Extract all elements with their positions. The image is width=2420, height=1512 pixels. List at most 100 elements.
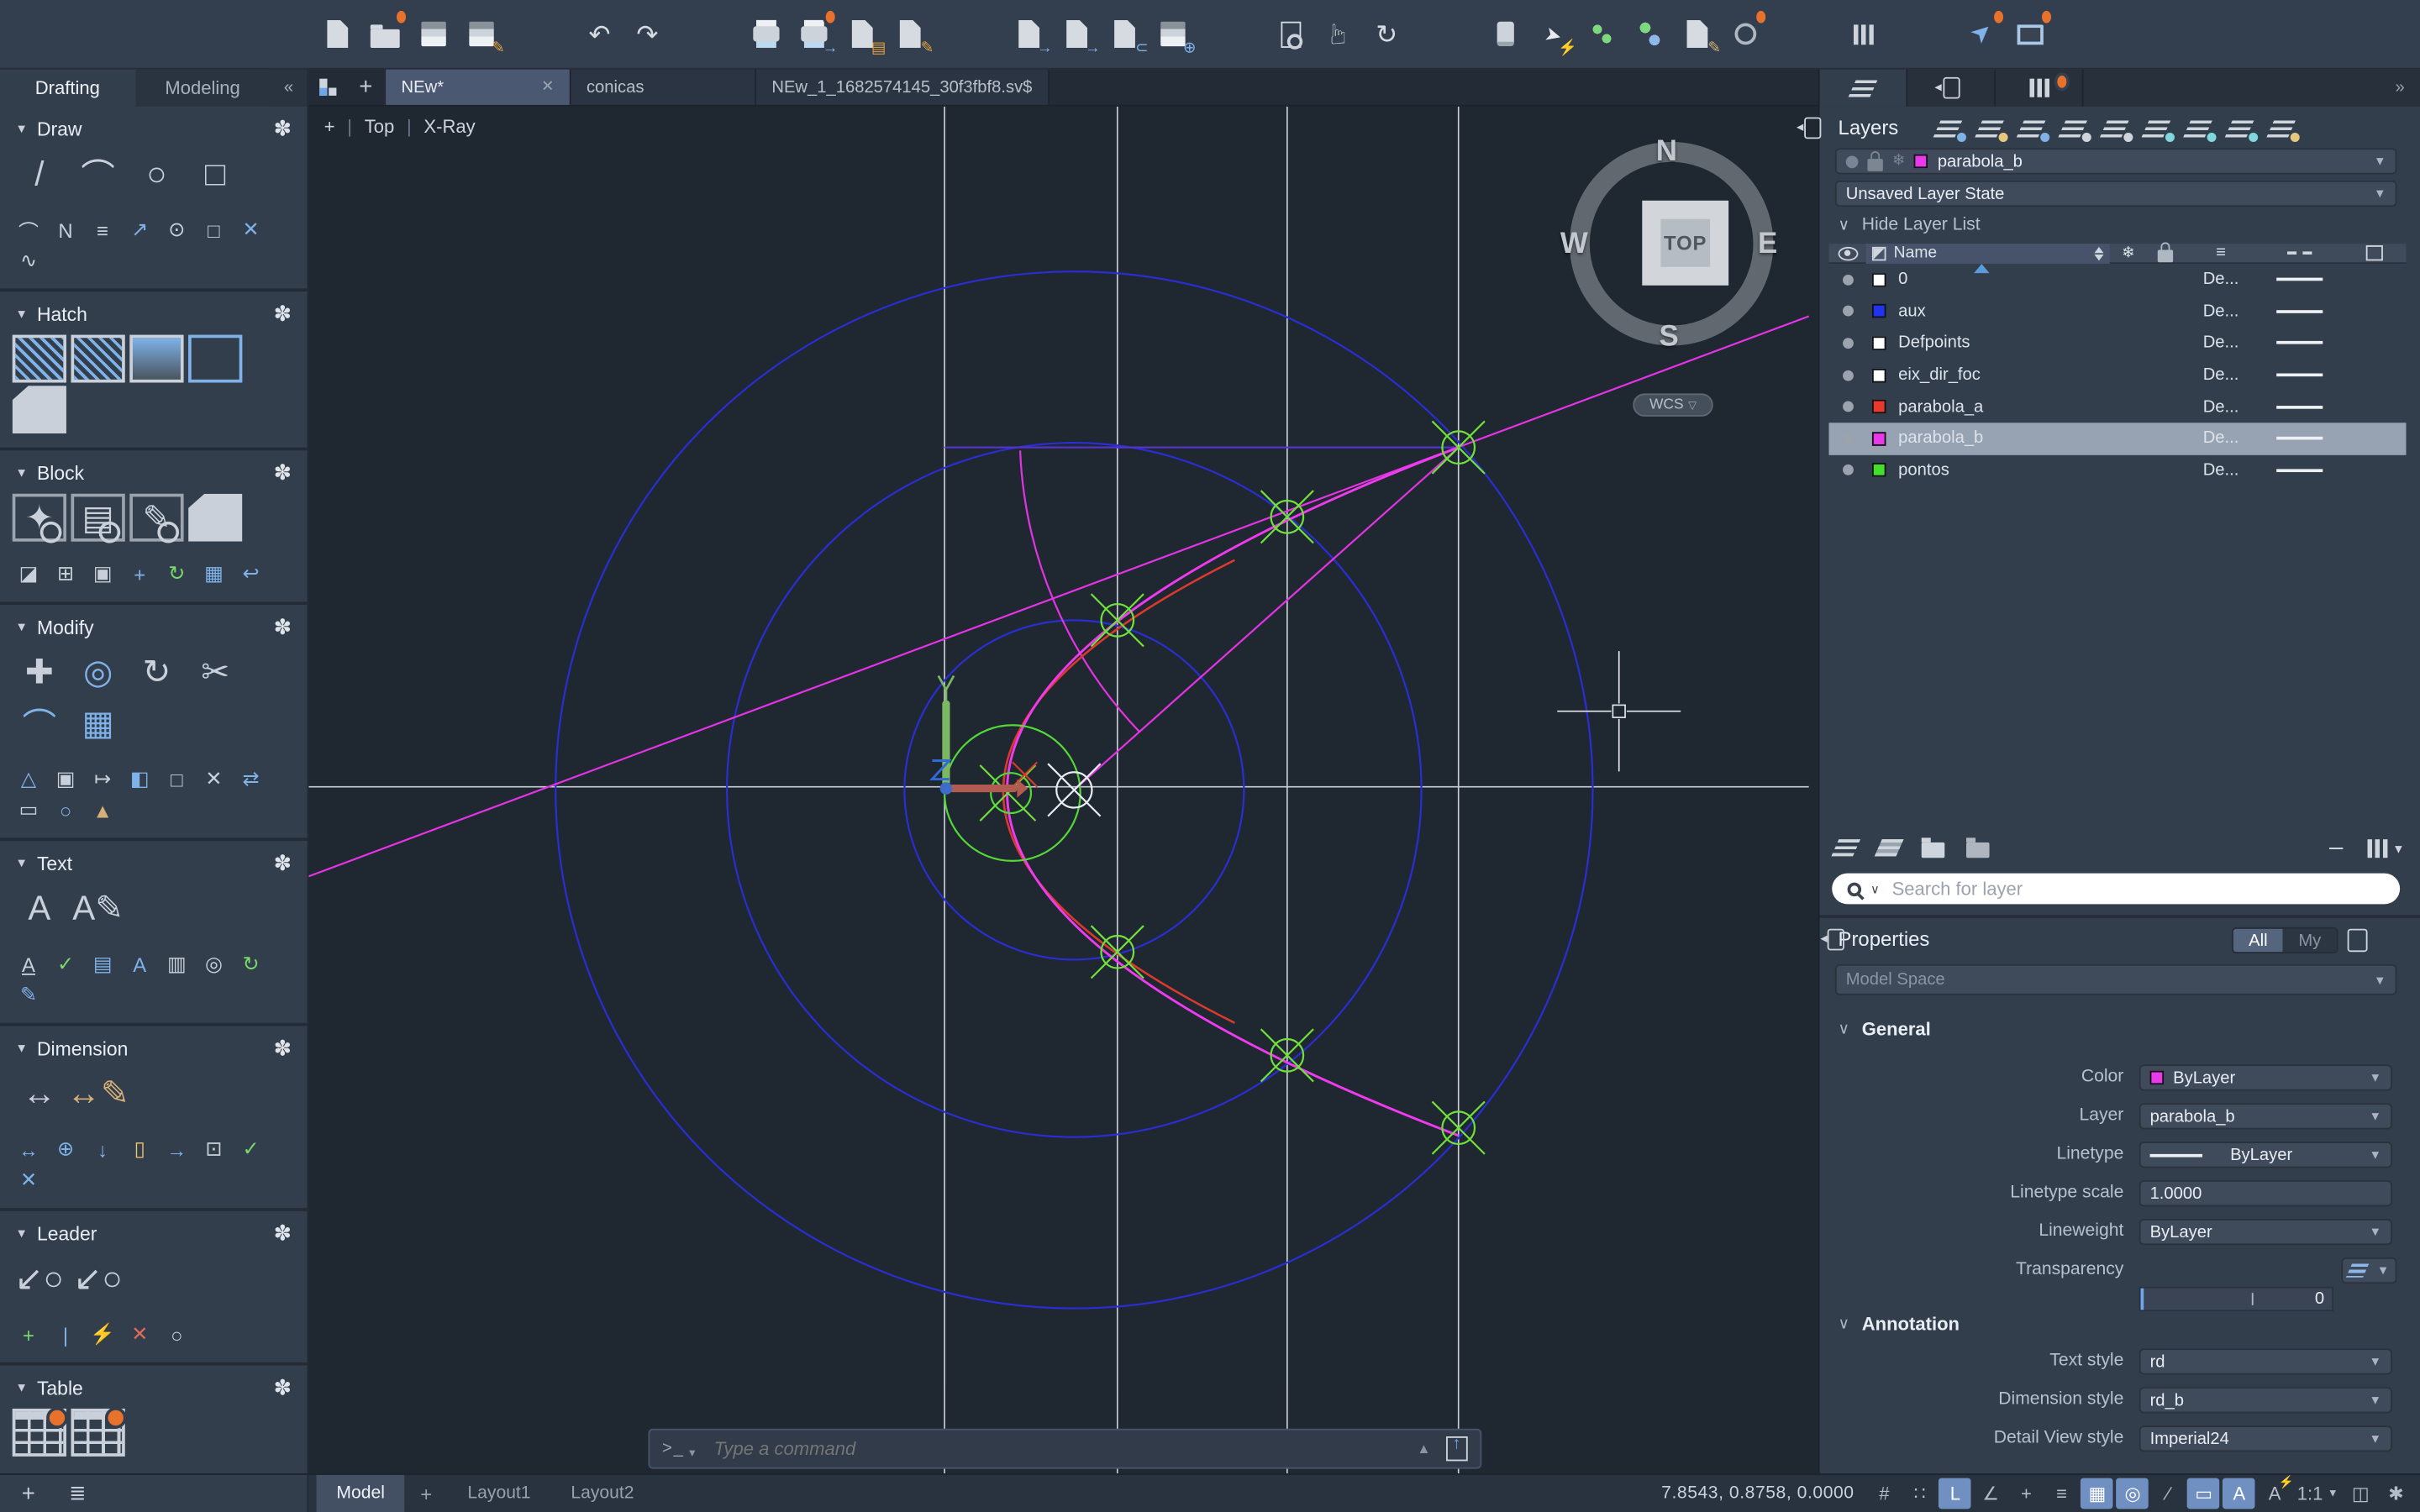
current-layer-combo[interactable]: ❄ parabola_b ▼ <box>1835 148 2397 174</box>
expand-panel-button[interactable]: » <box>2380 70 2420 107</box>
multiline-tool[interactable]: ≡ <box>87 216 119 244</box>
layer-combo[interactable]: parabola_b ▼ <box>2139 1103 2392 1129</box>
rectangle-tool[interactable]: □ <box>188 150 242 197</box>
attribute-display-tool[interactable]: ▦ <box>197 560 230 588</box>
layer-lineweight[interactable]: De... <box>2184 302 2258 321</box>
linetype-column-icon[interactable] <box>2258 251 2341 255</box>
new-file-button[interactable] <box>317 9 359 59</box>
layout1-tab[interactable]: Layout1 <box>448 1475 551 1512</box>
layer-on-dot[interactable] <box>1842 433 1853 444</box>
palette-list-button[interactable]: ≣ <box>69 1481 87 1505</box>
section-gear-icon[interactable]: ✽ <box>274 301 292 327</box>
attach-reference-button[interactable]: ⊂ <box>1103 9 1145 59</box>
new-group-button[interactable] <box>1922 843 1945 858</box>
scale-tool[interactable]: ◧ <box>124 765 156 793</box>
tab-modeling[interactable]: Modeling <box>135 70 271 107</box>
lineweight-toggle[interactable]: ≡ <box>2045 1478 2078 1509</box>
text-list-tool[interactable]: ▤ <box>87 950 119 978</box>
align-leaders-tool[interactable]: | <box>50 1320 82 1348</box>
spell-check-tool[interactable]: ✓ <box>50 950 82 978</box>
orbit-button[interactable]: ↻ <box>1366 9 1408 59</box>
object-snap-button[interactable] <box>1581 9 1623 59</box>
share-drawing-button[interactable]: ➤ <box>1961 9 2003 59</box>
layer-row[interactable]: pontos De... <box>1829 454 2407 486</box>
point-markers[interactable] <box>1092 421 1485 1153</box>
break-tool[interactable]: ✕ <box>234 216 267 244</box>
columns-select-button[interactable]: ▼ <box>2368 839 2405 858</box>
lock-column-icon[interactable] <box>2158 250 2173 263</box>
settings-button[interactable]: ✱ <box>2380 1478 2412 1509</box>
layer-color-swatch[interactable] <box>1872 368 1886 382</box>
layer-color-swatch[interactable] <box>1872 273 1886 287</box>
layer-row[interactable]: aux De... <box>1829 296 2407 328</box>
insert-plus-tool[interactable]: + <box>124 560 156 588</box>
pan-button[interactable]: ☞ <box>1318 9 1360 59</box>
viewcube-top-face[interactable]: TOP <box>1642 201 1728 286</box>
layer-linetype-sample[interactable] <box>2276 342 2323 345</box>
layer-on-dot[interactable] <box>1842 275 1853 286</box>
section-collapse-icon[interactable]: ▼ <box>15 466 28 480</box>
close-tab-icon[interactable]: ✕ <box>519 79 554 96</box>
layer-color-swatch[interactable] <box>1872 305 1886 319</box>
page-setup-button[interactable]: ✎ <box>889 9 931 59</box>
arc-3point-tool[interactable]: ⌒ <box>13 216 45 244</box>
section-gear-icon[interactable]: ✽ <box>274 1221 292 1247</box>
section-collapse-icon[interactable]: ▼ <box>15 1042 28 1056</box>
model-tab[interactable]: Model <box>317 1475 405 1512</box>
new-group-filter-button[interactable] <box>1966 843 1990 858</box>
save-button[interactable] <box>412 9 454 59</box>
layer-on-dot[interactable] <box>1842 465 1853 476</box>
wcs-control[interactable]: WCS ▽ <box>1633 393 1713 417</box>
continue-dimension-tool[interactable]: → <box>160 1136 193 1163</box>
pdf-import-text-tool[interactable]: A <box>124 950 156 978</box>
color-combo[interactable]: ByLayer ▼ <box>2139 1064 2392 1090</box>
quick-select-button[interactable]: ➤ ⚡ <box>1533 9 1575 59</box>
gradient-tool[interactable] <box>129 335 183 383</box>
workspace-toggle[interactable]: ◫ <box>2344 1478 2377 1509</box>
grid-toggle[interactable]: # <box>1868 1478 1901 1509</box>
explode-tool[interactable]: ▭ <box>13 796 45 824</box>
remove-layer-button[interactable]: – <box>2329 835 2343 863</box>
ucs-icon[interactable] <box>932 675 1028 797</box>
rotate-tool[interactable]: ↻ <box>129 648 183 696</box>
visibility-column-icon[interactable] <box>1838 246 1858 260</box>
spline-tool[interactable]: ∿ <box>13 247 45 275</box>
layer-lineweight[interactable]: De... <box>2184 397 2258 416</box>
zoom-window-button[interactable] <box>1270 9 1313 59</box>
layer-lineweight[interactable]: De... <box>2184 365 2258 384</box>
remove-leader-tool[interactable]: ✕ <box>124 1320 156 1348</box>
new-layout-button[interactable]: + <box>405 1475 448 1512</box>
layer-color-swatch[interactable] <box>1872 464 1886 478</box>
layer-lineweight[interactable]: De... <box>2184 461 2258 480</box>
viewport-view-control[interactable]: Top <box>365 116 395 138</box>
tool-sets-button[interactable] <box>1485 9 1527 59</box>
drawing-tab[interactable]: NEw_1_1682574145_30f3fbf8.sv$ <box>756 70 1050 105</box>
text-style-tool[interactable]: A✎ <box>71 884 124 932</box>
export-button[interactable]: → <box>1055 9 1097 59</box>
layer-linetype-sample[interactable] <box>2276 437 2323 440</box>
command-export-icon[interactable] <box>1446 1436 1468 1461</box>
text-align-tool[interactable]: ▥ <box>160 950 193 978</box>
detach-panel-icon[interactable] <box>1828 929 1845 951</box>
ortho-toggle[interactable]: L <box>1939 1478 1972 1509</box>
array-tool[interactable]: ▦ <box>71 699 124 747</box>
layer-properties-icon[interactable] <box>1928 114 1968 142</box>
layout2-tab[interactable]: Layout2 <box>550 1475 654 1512</box>
layer-on-dot[interactable] <box>1842 338 1853 349</box>
import-button[interactable]: → <box>1007 9 1050 59</box>
command-history-caret[interactable]: ▾ <box>689 1445 695 1459</box>
dimension-style-tool[interactable]: ↔✎ <box>71 1069 124 1117</box>
baseline-dimension-tool[interactable]: ▯ <box>124 1136 156 1163</box>
fillet-tool[interactable]: ⌒ <box>13 699 66 747</box>
expand-command-history-icon[interactable]: ▲ <box>1417 1441 1430 1457</box>
tab-references[interactable] <box>1907 70 1996 107</box>
command-input[interactable] <box>711 1436 1417 1461</box>
collapse-palette-button[interactable]: « <box>270 70 307 107</box>
object-snap-toggle[interactable]: ◎ <box>2117 1478 2149 1509</box>
annotation-section-header[interactable]: ∨Annotation <box>1839 1313 1960 1335</box>
batch-plot-button[interactable]: → <box>793 9 835 59</box>
performance-button[interactable] <box>2009 9 2051 59</box>
select-similar-tool[interactable]: ▣ <box>50 765 82 793</box>
layer-linetype-sample[interactable] <box>2276 469 2323 472</box>
section-gear-icon[interactable]: ✽ <box>274 1375 292 1401</box>
